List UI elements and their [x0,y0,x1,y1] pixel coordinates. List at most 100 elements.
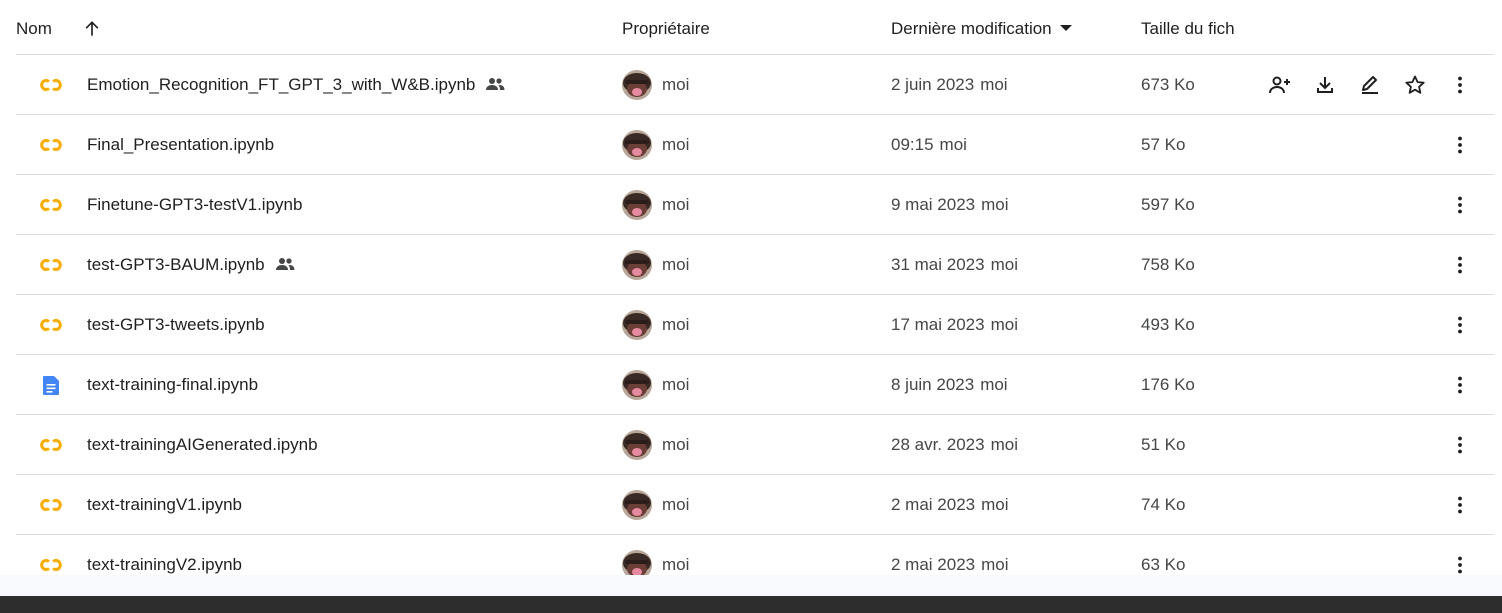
file-row[interactable]: Emotion_Recognition_FT_GPT_3_with_W&B.ip… [0,55,1502,115]
file-size: 493 Ko [1141,315,1195,334]
file-name[interactable]: text-training-final.ipynb [87,374,258,396]
file-list: Emotion_Recognition_FT_GPT_3_with_W&B.ip… [0,55,1502,575]
owner-avatar [622,70,652,100]
modified-by: moi [980,375,1008,394]
owner-name: moi [662,375,690,394]
rename-icon [1358,73,1382,97]
more-vert-icon [1448,316,1472,341]
more-actions-button[interactable] [1448,373,1472,397]
modified-by: moi [981,495,1009,514]
file-row[interactable]: text-trainingV1.ipynb moi 2 mai 2023 moi 74 … [0,475,1502,535]
file-size: 57 Ko [1141,135,1186,154]
file-size: 63 Ko [1141,555,1186,574]
more-actions-button[interactable] [1448,493,1472,517]
file-row[interactable]: test-GPT3-tweets.ipynb moi 17 mai 2023 moi 4… [0,295,1502,355]
file-row[interactable]: Finetune-GPT3-testV1.ipynb moi 9 mai 2023 m… [0,175,1502,235]
shared-people-icon [274,256,296,272]
file-name-label: Finetune-GPT3-testV1.ipynb [87,195,303,214]
colab-icon [38,553,64,575]
owner-avatar [622,130,652,160]
modified-date: 2 mai 2023 [891,555,976,574]
modified-by: moi [980,75,1008,94]
file-name-label: text-trainingV2.ipynb [87,555,242,574]
owner-name: moi [662,435,690,454]
rename-button[interactable] [1358,73,1382,97]
file-row[interactable]: Final_Presentation.ipynb moi 09:15 moi 57 Ko [0,115,1502,175]
owner-name: moi [662,255,690,274]
more-actions-button[interactable] [1448,193,1472,217]
file-row[interactable]: text-trainingV2.ipynb moi 2 mai 2023 moi 63 … [0,535,1502,575]
caret-down-icon [1059,25,1072,31]
owner-avatar [622,250,652,280]
last-modified: 28 avr. 2023 moi [891,434,1018,456]
more-actions-button[interactable] [1448,133,1472,157]
file-row[interactable]: test-GPT3-BAUM.ipynb moi 31 mai 2023 moi 758… [0,235,1502,295]
modified-by: moi [939,135,967,154]
star-button[interactable] [1403,73,1427,97]
colab-icon [38,253,64,277]
more-vert-icon [1448,436,1472,461]
last-modified: 17 mai 2023 moi [891,314,1018,336]
file-size: 673 Ko [1141,75,1195,94]
file-list-header: Nom Propriétaire Dernière modification T… [0,0,1502,55]
last-modified: 8 juin 2023 moi [891,374,1008,396]
more-actions-button[interactable] [1448,433,1472,457]
modified-by: moi [990,255,1018,274]
owner-avatar [622,490,652,520]
column-header-owner[interactable]: Propriétaire [622,18,710,40]
download-button[interactable] [1313,73,1337,97]
column-header-modified[interactable]: Dernière modification [891,18,1072,40]
more-vert-icon [1448,556,1472,575]
file-size: 176 Ko [1141,375,1195,394]
owner-name: moi [662,135,690,154]
modified-date: 28 avr. 2023 [891,435,985,454]
file-name[interactable]: text-trainingV2.ipynb [87,554,242,575]
file-row[interactable]: text-trainingAIGenerated.ipynb moi 28 avr.… [0,415,1502,475]
more-actions-button[interactable] [1448,553,1472,575]
last-modified: 31 mai 2023 moi [891,254,1018,276]
column-header-name[interactable]: Nom [16,18,52,40]
file-size: 758 Ko [1141,255,1195,274]
arrow-up-icon[interactable] [82,19,102,39]
modified-date: 9 mai 2023 [891,195,976,214]
owner-name: moi [662,495,690,514]
share-button[interactable] [1268,73,1292,97]
colab-icon [38,433,64,457]
file-name-label: text-training-final.ipynb [87,375,259,394]
file-name[interactable]: Final_Presentation.ipynb [87,134,274,156]
file-name[interactable]: Emotion_Recognition_FT_GPT_3_with_W&B.ip… [87,74,506,96]
modified-by: moi [990,315,1018,334]
more-actions-button[interactable] [1448,313,1472,337]
last-modified: 2 juin 2023 moi [891,74,1008,96]
modified-date: 09:15 [891,135,934,154]
more-actions-button[interactable] [1448,73,1472,97]
modified-date: 2 mai 2023 [891,495,976,514]
last-modified: 2 mai 2023 moi [891,554,1009,575]
shared-people-icon [484,76,506,92]
column-header-size[interactable]: Taille du fich [1141,18,1235,40]
more-vert-icon [1448,376,1472,401]
last-modified: 2 mai 2023 moi [891,494,1009,516]
last-modified: 9 mai 2023 moi [891,194,1009,216]
file-name-label: text-trainingAIGenerated.ipynb [87,435,318,454]
file-name[interactable]: test-GPT3-BAUM.ipynb [87,254,296,276]
file-row[interactable]: text-training-final.ipynb moi 8 juin 2023 m… [0,355,1502,415]
modified-date: 17 mai 2023 [891,315,985,334]
file-name[interactable]: Finetune-GPT3-testV1.ipynb [87,194,302,216]
more-actions-button[interactable] [1448,253,1472,277]
file-name-label: Emotion_Recognition_FT_GPT_3_with_W&B.ip… [87,75,476,94]
file-size: 74 Ko [1141,495,1186,514]
owner-avatar [622,370,652,400]
file-name[interactable]: text-trainingAIGenerated.ipynb [87,434,318,456]
file-name[interactable]: text-trainingV1.ipynb [87,494,242,516]
file-name[interactable]: test-GPT3-tweets.ipynb [87,314,265,336]
download-icon [1313,73,1337,97]
owner-name: moi [662,195,690,214]
list-footer [0,575,1502,596]
owner-avatar [622,430,652,460]
owner-name: moi [662,555,690,574]
modified-by: moi [990,435,1018,454]
share-icon [1268,73,1292,97]
file-size: 597 Ko [1141,195,1195,214]
modified-date: 2 juin 2023 [891,75,975,94]
